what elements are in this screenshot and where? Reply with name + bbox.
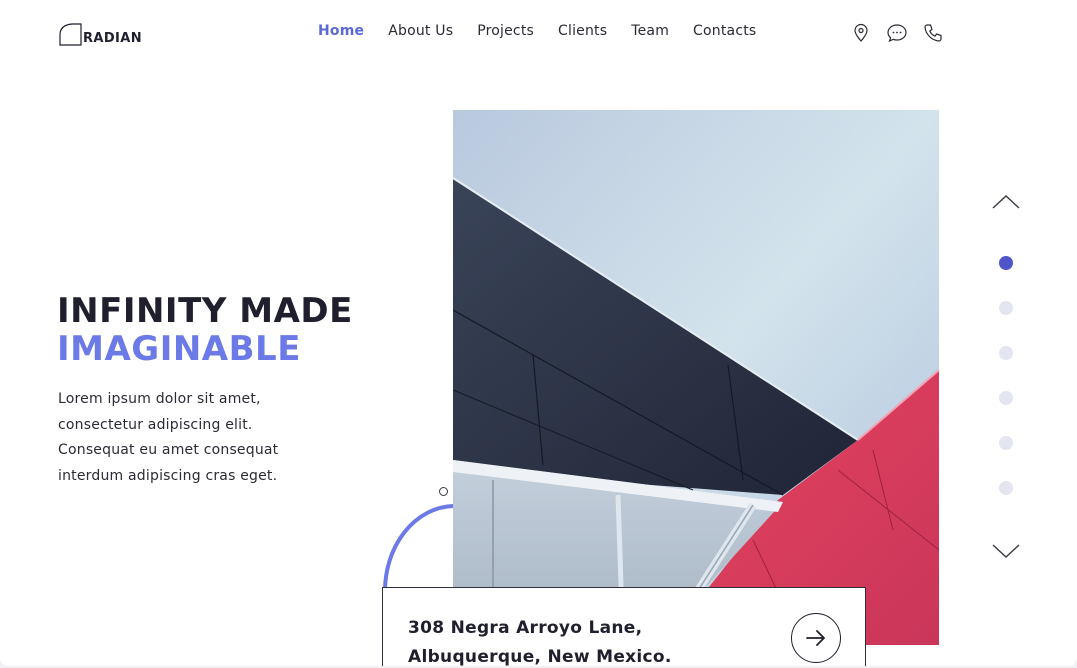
headline-line-2: IMAGINABLE xyxy=(57,329,301,369)
headline-line-1: INFINITY MADE xyxy=(57,291,353,331)
hero-headline: INFINITY MADE IMAGINABLE xyxy=(57,292,353,368)
phone-icon[interactable] xyxy=(922,22,944,44)
address-line-2: Albuquerque, New Mexico. xyxy=(408,647,672,666)
decorative-arc xyxy=(382,504,454,593)
arrow-right-icon xyxy=(806,630,825,646)
architecture-photo xyxy=(453,110,939,645)
logo-text: RADIAN xyxy=(83,31,143,46)
slider-up-chevron-icon[interactable] xyxy=(991,194,1021,210)
slider-dot-4[interactable] xyxy=(999,391,1013,405)
location-pin-icon[interactable] xyxy=(850,22,872,44)
slider-dot-1[interactable] xyxy=(999,256,1013,270)
slider-dot-3[interactable] xyxy=(999,346,1013,360)
main-nav: Home About Us Projects Clients Team Cont… xyxy=(318,23,756,39)
nav-item-team[interactable]: Team xyxy=(631,23,669,39)
nav-item-about-us[interactable]: About Us xyxy=(388,23,453,39)
chat-bubble-icon[interactable] xyxy=(886,22,908,44)
nav-item-home[interactable]: Home xyxy=(318,23,364,39)
logo-mark-icon xyxy=(59,23,82,46)
slider-dot-5[interactable] xyxy=(999,436,1013,450)
page: RADIAN Home About Us Projects Clients Te… xyxy=(0,0,1077,666)
address-text: 308 Negra Arroyo Lane, Albuquerque, New … xyxy=(408,614,672,666)
nav-item-clients[interactable]: Clients xyxy=(558,23,607,39)
header-icons xyxy=(850,22,944,44)
slider-dot-2[interactable] xyxy=(999,301,1013,315)
nav-item-projects[interactable]: Projects xyxy=(477,23,534,39)
address-line-1: 308 Negra Arroyo Lane, xyxy=(408,618,643,638)
slider-down-chevron-icon[interactable] xyxy=(991,543,1021,559)
slider-dots xyxy=(999,256,1013,495)
address-card: 308 Negra Arroyo Lane, Albuquerque, New … xyxy=(382,587,866,666)
decorative-dot xyxy=(439,487,448,496)
hero-image xyxy=(453,110,939,645)
nav-item-contacts[interactable]: Contacts xyxy=(693,23,756,39)
slider-dot-6[interactable] xyxy=(999,481,1013,495)
logo[interactable]: RADIAN xyxy=(58,23,142,46)
hero-description: Lorem ipsum dolor sit amet, consectetur … xyxy=(58,391,279,484)
address-arrow-button[interactable] xyxy=(791,613,841,663)
